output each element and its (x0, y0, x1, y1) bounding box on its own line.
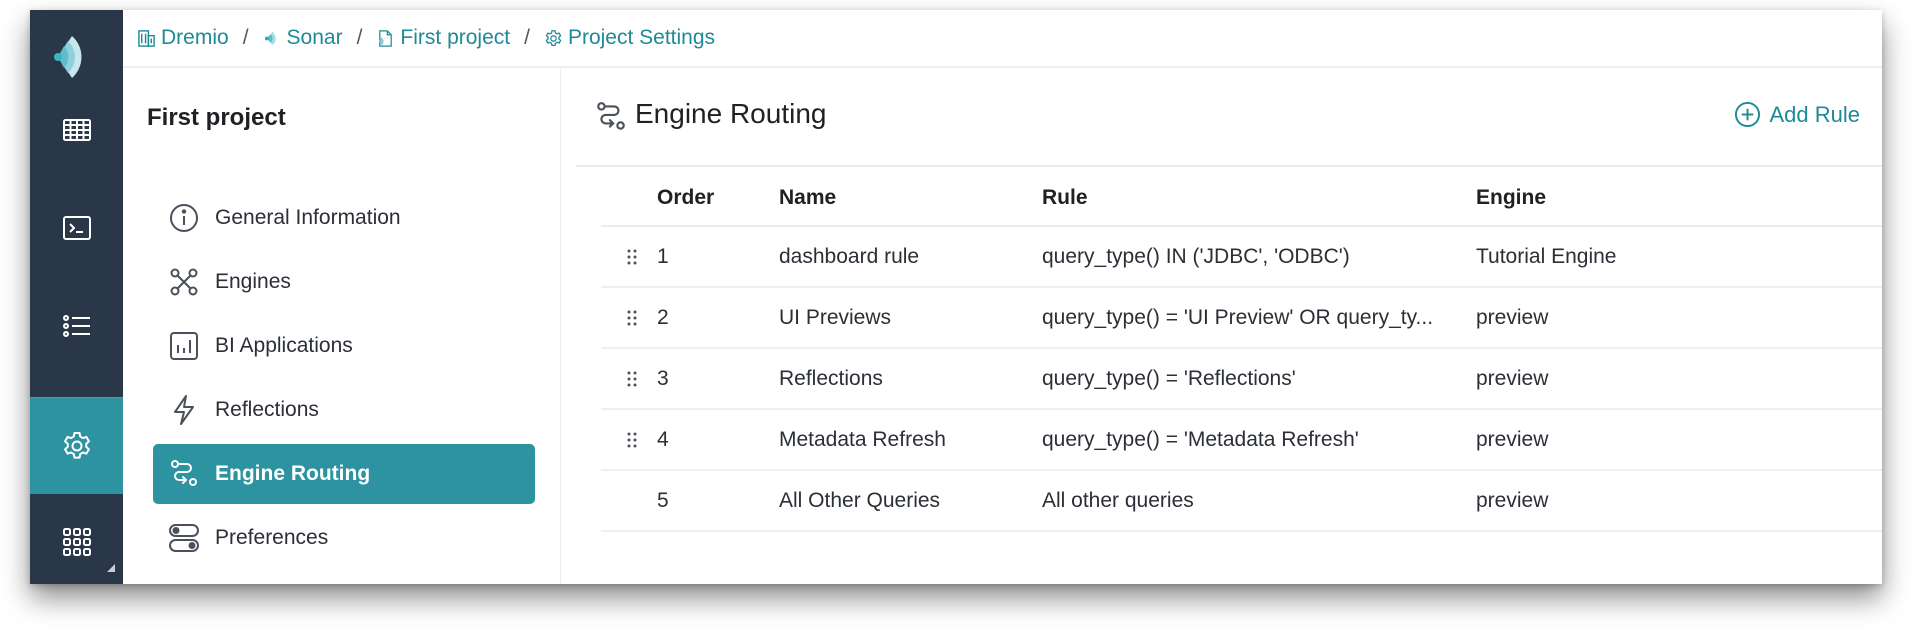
menu-item-label: General Information (215, 206, 401, 229)
cell-order: 1 (657, 245, 669, 268)
drag-handle-icon[interactable] (626, 370, 638, 388)
routing-icon (597, 102, 625, 130)
menu-item-general-information[interactable]: General Information (153, 188, 535, 248)
menu-title: First project (147, 104, 286, 131)
menu-item-preferences[interactable]: Preferences (153, 508, 535, 568)
left-nav (30, 10, 123, 584)
menu-item-engines[interactable]: Engines (153, 252, 535, 312)
info-icon (167, 201, 201, 235)
column-header-rule[interactable]: Rule (1042, 186, 1088, 210)
column-header-order[interactable]: Order (657, 186, 714, 210)
menu-item-engine-routing[interactable]: Engine Routing (153, 444, 535, 504)
gear-icon (545, 29, 562, 46)
nav-sql-runner[interactable] (30, 180, 123, 276)
list-icon (62, 315, 90, 337)
routing-icon (167, 457, 201, 491)
menu-item-label: Engines (215, 270, 291, 293)
terminal-icon (62, 216, 91, 240)
app-grid-icon (62, 528, 91, 556)
column-header-engine[interactable]: Engine (1476, 186, 1546, 210)
menu-item-label: BI Applications (215, 334, 353, 357)
breadcrumb-item-dremio[interactable]: Dremio (137, 26, 229, 50)
app-window: Dremio / Sonar / First project / Project… (30, 10, 1882, 584)
breadcrumb-label: Sonar (286, 26, 343, 49)
page-title: Engine Routing (635, 98, 827, 129)
table-row[interactable]: 4 Metadata Refresh query_type() = 'Metad… (601, 410, 1882, 471)
drag-handle-icon[interactable] (626, 309, 638, 327)
add-rule-button[interactable]: Add Rule (1734, 101, 1860, 128)
cell-order: 5 (657, 489, 669, 512)
cell-engine: preview (1476, 306, 1549, 329)
drag-handle-icon[interactable] (626, 431, 638, 449)
breadcrumb-label: First project (400, 26, 511, 49)
table-row[interactable]: 3 Reflections query_type() = 'Reflection… (601, 349, 1882, 410)
table-row[interactable]: 5 All Other Queries All other queries pr… (601, 471, 1882, 532)
table-row[interactable]: 1 dashboard rule query_type() IN ('JDBC'… (601, 227, 1882, 288)
building-icon (138, 29, 155, 47)
cell-order: 3 (657, 367, 669, 390)
breadcrumb-item-sonar[interactable]: Sonar (263, 26, 343, 50)
cell-order: 4 (657, 428, 669, 451)
nav-datasets[interactable] (30, 82, 123, 178)
table-header: Order Name Rule Engine (601, 167, 1882, 227)
breadcrumb-label: Dremio (161, 26, 229, 49)
cell-rule: query_type() = 'Metadata Refresh' (1042, 428, 1359, 451)
cell-engine: preview (1476, 428, 1549, 451)
cell-rule: query_type() = 'Reflections' (1042, 367, 1296, 390)
nav-settings[interactable] (30, 397, 123, 494)
gear-icon (63, 432, 90, 459)
cell-engine: preview (1476, 367, 1549, 390)
cell-engine: preview (1476, 489, 1549, 512)
cell-name: dashboard rule (779, 245, 920, 268)
cell-name: UI Previews (779, 306, 892, 329)
menu-item-label: Preferences (215, 526, 329, 549)
table-row[interactable]: 2 UI Previews query_type() = 'UI Preview… (601, 288, 1882, 349)
breadcrumb-separator: / (242, 26, 249, 49)
menu-item-label: Engine Routing (215, 462, 371, 485)
cell-rule: All other queries (1042, 489, 1194, 512)
add-rule-label: Add Rule (1769, 101, 1860, 127)
plus-circle-icon (1735, 101, 1761, 128)
breadcrumb-separator: / (524, 26, 530, 49)
nav-jobs[interactable] (30, 278, 123, 374)
cell-order: 2 (657, 306, 669, 329)
breadcrumb-label: Project Settings (567, 26, 716, 49)
breadcrumb: Dremio / Sonar / First project / Project… (123, 10, 1882, 68)
menu-item-label: Reflections (215, 398, 319, 421)
cell-rule: query_type() IN ('JDBC', 'ODBC') (1042, 245, 1350, 268)
cell-rule: query_type() = 'UI Preview' OR query_ty.… (1042, 306, 1434, 329)
main-panel: Engine Routing Add Rule Order Name Rule … (561, 68, 1882, 584)
project-file-icon (379, 29, 393, 47)
menu-item-bi-applications[interactable]: BI Applications (153, 316, 535, 376)
cell-name: Reflections (779, 367, 883, 390)
toggles-icon (167, 521, 201, 555)
grid-table-icon (62, 119, 91, 141)
lightning-icon (167, 393, 201, 427)
drag-handle-icon[interactable] (626, 248, 638, 266)
bar-chart-icon (167, 329, 201, 363)
dremio-logo-icon[interactable] (50, 28, 104, 82)
routing-rules-table: Order Name Rule Engine 1 dashboard rule … (601, 167, 1882, 532)
menu-item-reflections[interactable]: Reflections (153, 380, 535, 440)
cell-name: Metadata Refresh (779, 428, 946, 451)
cell-engine: Tutorial Engine (1476, 245, 1617, 268)
cell-name: All Other Queries (779, 489, 941, 512)
settings-menu: First project General Information Engine… (123, 68, 561, 584)
breadcrumb-item-project-settings[interactable]: Project Settings (544, 26, 715, 50)
resize-corner-icon (107, 564, 115, 572)
sonar-icon (264, 31, 276, 45)
breadcrumb-item-first-project[interactable]: First project (376, 26, 510, 50)
engines-icon (167, 265, 201, 299)
breadcrumb-separator: / (356, 26, 363, 49)
column-header-name[interactable]: Name (779, 186, 836, 210)
